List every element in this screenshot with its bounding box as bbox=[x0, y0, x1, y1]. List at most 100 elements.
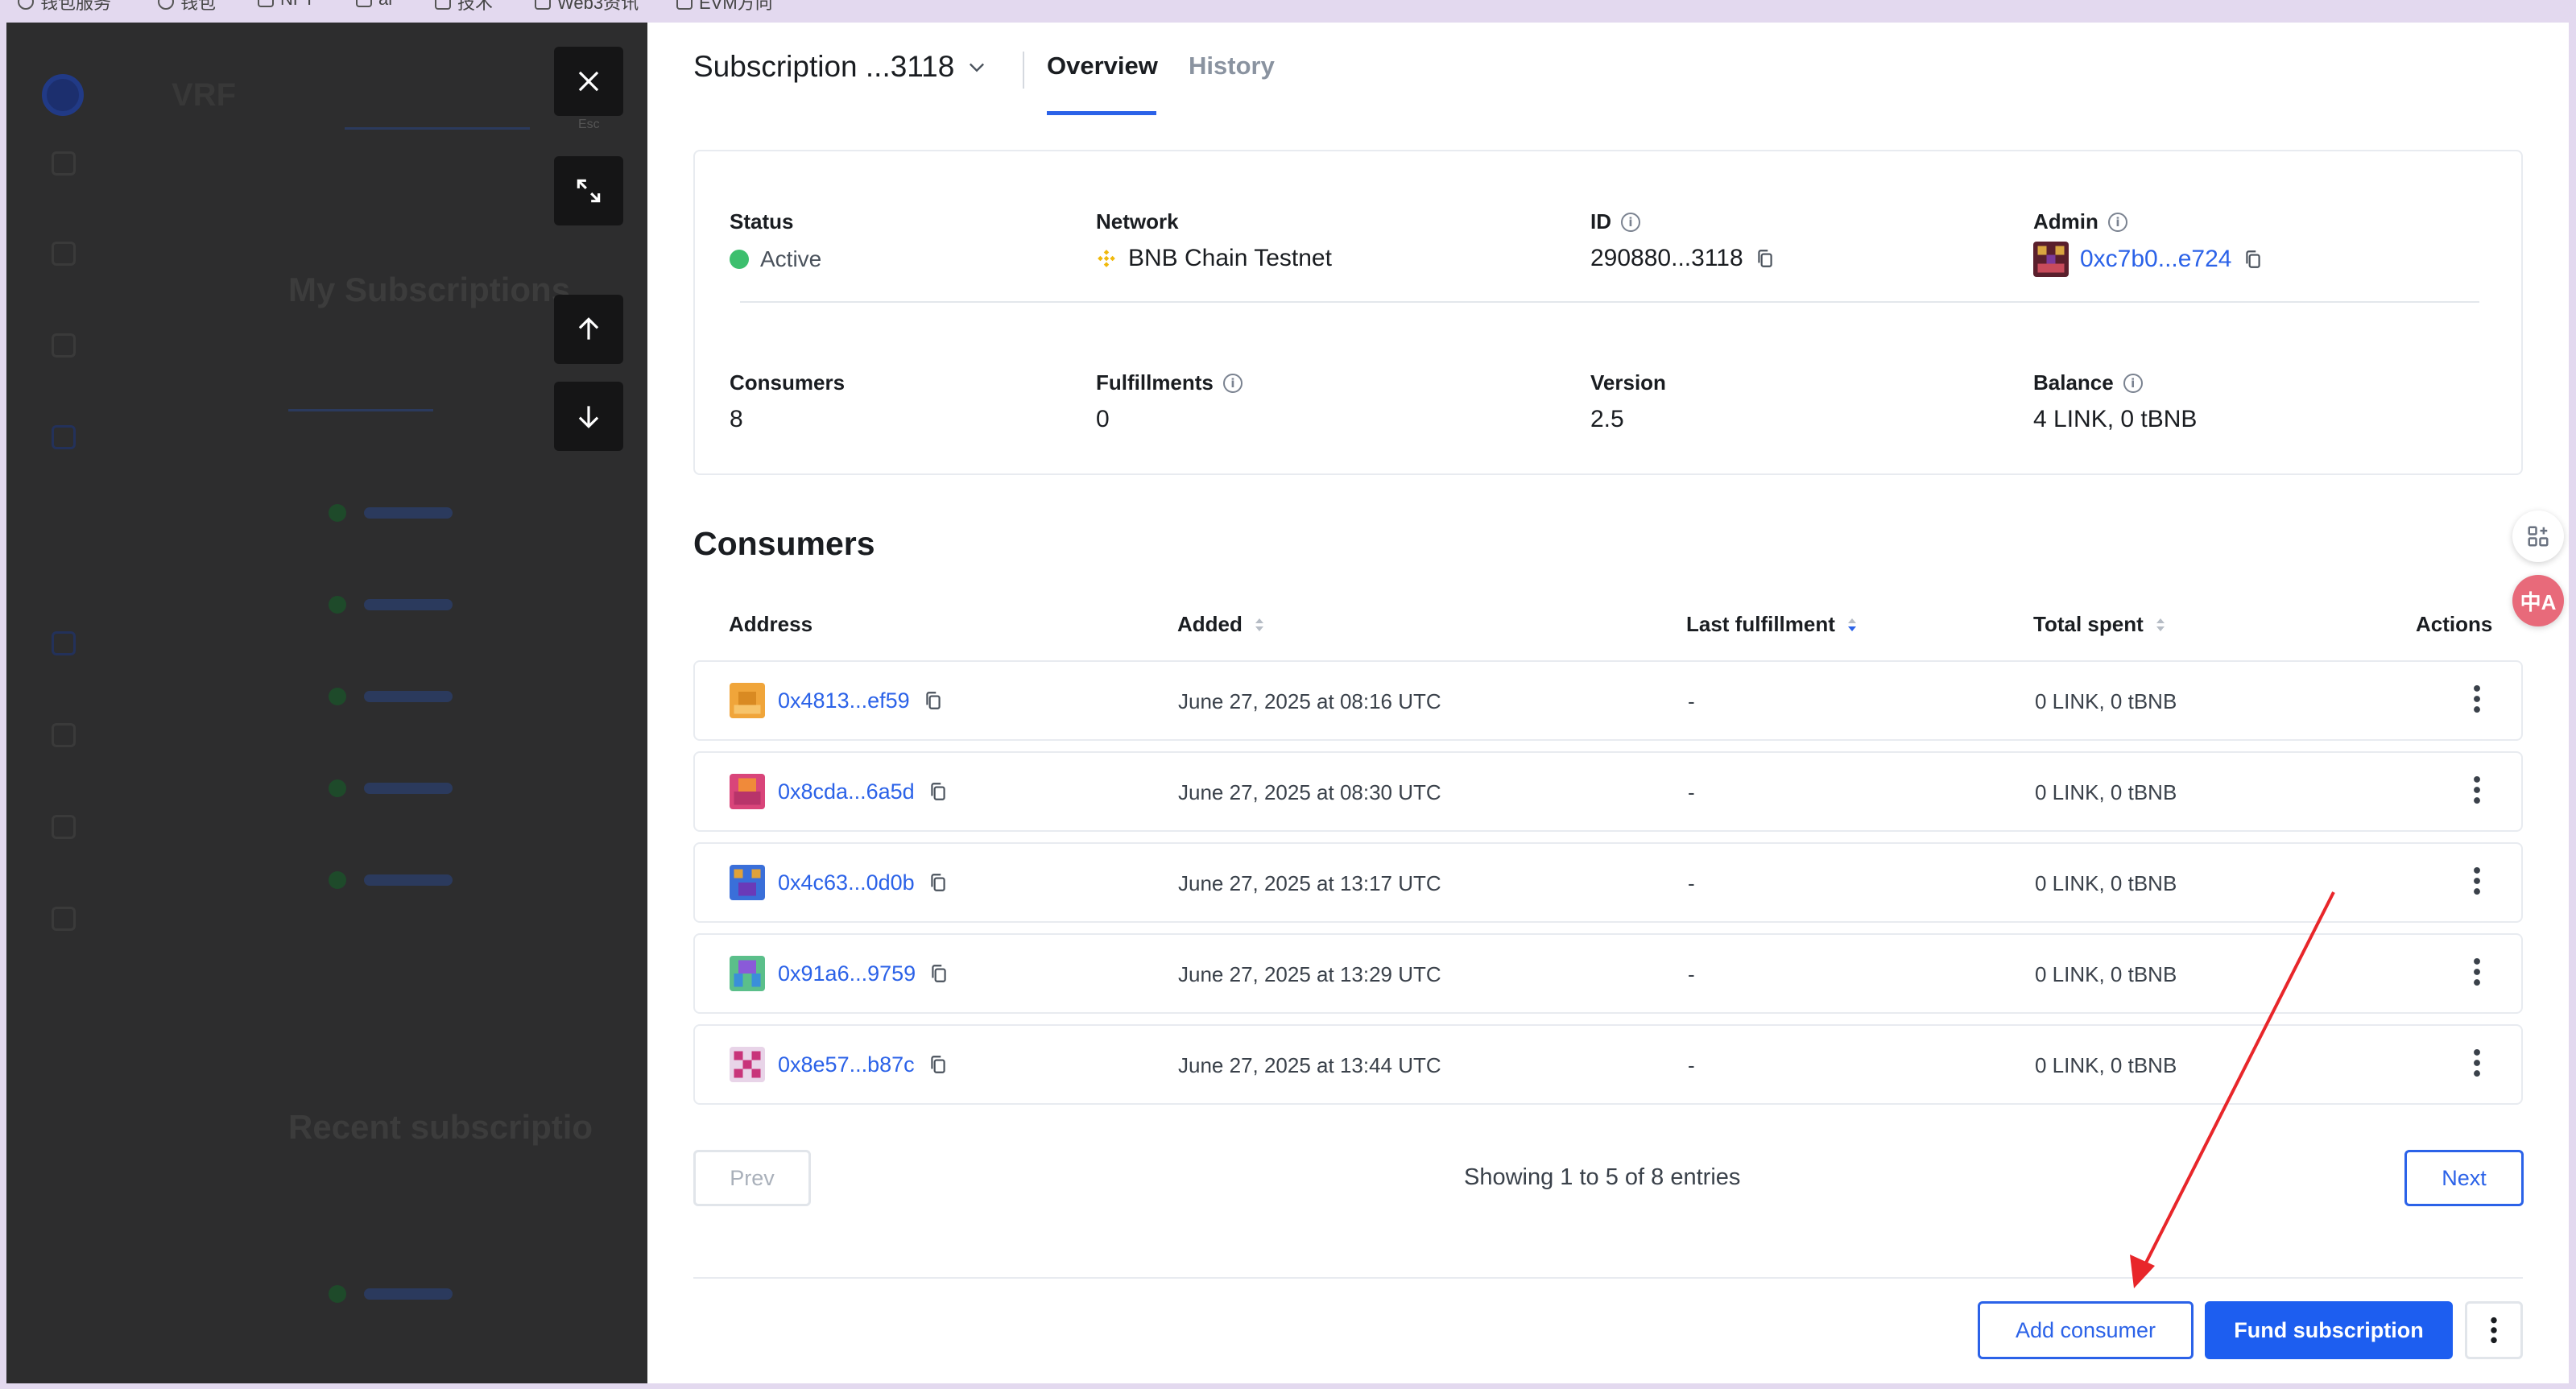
copy-icon[interactable] bbox=[928, 962, 949, 985]
subscription-selector[interactable]: Subscription ...3118 bbox=[693, 50, 988, 84]
next-item-button[interactable] bbox=[554, 382, 623, 451]
column-header-label: Added bbox=[1177, 612, 1243, 636]
copy-icon[interactable] bbox=[928, 780, 949, 803]
column-header-total-spent[interactable]: Total spent bbox=[2033, 612, 2166, 637]
bookmark-item[interactable]: 钱包服务 bbox=[18, 0, 111, 14]
consumers-title: Consumers bbox=[693, 525, 875, 562]
address-cell: 0x8cda...6a5d bbox=[730, 774, 949, 809]
copy-icon[interactable] bbox=[928, 1053, 949, 1076]
bookmark-item[interactable]: EVM方向 bbox=[676, 0, 773, 14]
column-header-last-fulfillment[interactable]: Last fulfillment bbox=[1686, 612, 1858, 637]
last-fulfillment-cell: - bbox=[1688, 871, 1695, 895]
address-cell: 0x8e57...b87c bbox=[730, 1047, 949, 1082]
bookmark-item[interactable]: ai bbox=[356, 0, 392, 10]
pagination-summary: Showing 1 to 5 of 8 entries bbox=[1464, 1164, 1741, 1190]
kebab-menu-icon bbox=[2491, 1317, 2497, 1344]
consumer-avatar bbox=[730, 774, 765, 809]
network-value: BNB Chain Testnet bbox=[1096, 245, 1332, 272]
info-icon[interactable]: i bbox=[2123, 373, 2143, 393]
table-row: 0x4c63...0d0b June 27, 2025 at 13:17 UTC… bbox=[693, 842, 2523, 923]
subscription-drawer: Subscription ...3118 Overview History St… bbox=[647, 23, 2569, 1383]
close-button[interactable] bbox=[554, 47, 623, 116]
close-icon bbox=[578, 71, 599, 92]
previous-item-button[interactable] bbox=[554, 295, 623, 364]
app-logo bbox=[42, 74, 84, 116]
column-header-label: Total spent bbox=[2033, 612, 2144, 636]
bookmark-label: EVM方向 bbox=[699, 0, 773, 13]
info-icon[interactable]: i bbox=[1621, 212, 1640, 232]
esc-hint: Esc bbox=[578, 118, 600, 131]
background-tab-underline bbox=[288, 409, 433, 411]
address-cell: 0x4c63...0d0b bbox=[730, 865, 949, 900]
more-actions-button[interactable] bbox=[2465, 1301, 2523, 1359]
next-page-button[interactable]: Next bbox=[2404, 1150, 2524, 1206]
consumer-avatar bbox=[730, 1047, 765, 1082]
sidebar-icon bbox=[52, 907, 76, 931]
consumer-address-link[interactable]: 0x8cda...6a5d bbox=[778, 779, 915, 804]
extension-apps-button[interactable] bbox=[2512, 511, 2564, 562]
bookmark-item[interactable]: Web3资讯 bbox=[535, 0, 639, 14]
column-header-actions: Actions bbox=[2416, 612, 2493, 636]
background-row bbox=[329, 688, 453, 705]
version-label: Version bbox=[1590, 370, 1666, 395]
bookmark-item[interactable]: 技术 bbox=[435, 0, 493, 14]
copy-icon[interactable] bbox=[923, 689, 944, 712]
info-icon[interactable]: i bbox=[1222, 373, 1243, 393]
bookmark-item[interactable]: 钱包 bbox=[158, 0, 216, 14]
sort-icon bbox=[2156, 618, 2165, 631]
id-value: 290880...3118 bbox=[1590, 245, 1776, 272]
fund-subscription-button[interactable]: Fund subscription bbox=[2205, 1301, 2453, 1359]
info-icon[interactable]: i bbox=[2107, 212, 2127, 232]
consumer-avatar bbox=[730, 956, 765, 991]
row-actions-menu-icon[interactable] bbox=[2473, 957, 2481, 986]
row-actions-menu-icon[interactable] bbox=[2473, 684, 2481, 713]
consumer-address-link[interactable]: 0x91a6...9759 bbox=[778, 961, 916, 986]
address-cell: 0x4813...ef59 bbox=[730, 683, 944, 718]
copy-icon[interactable] bbox=[2243, 248, 2264, 271]
consumer-address-link[interactable]: 0x8e57...b87c bbox=[778, 1052, 915, 1077]
translate-icon: 中A bbox=[2520, 589, 2557, 614]
info-divider bbox=[740, 301, 2479, 303]
admin-value: 0xc7b0...e724 bbox=[2033, 242, 2264, 277]
sidebar-icon bbox=[52, 723, 76, 747]
folder-icon bbox=[676, 0, 693, 10]
footer-divider bbox=[693, 1277, 2523, 1279]
added-cell: June 27, 2025 at 08:30 UTC bbox=[1178, 780, 1441, 804]
background-heading: My Subscriptions bbox=[288, 271, 571, 308]
consumer-avatar bbox=[730, 865, 765, 900]
sidebar-icon bbox=[52, 333, 76, 358]
column-header-added[interactable]: Added bbox=[1177, 612, 1265, 637]
add-consumer-button[interactable]: Add consumer bbox=[1978, 1301, 2194, 1359]
background-row bbox=[329, 871, 453, 889]
row-actions-menu-icon[interactable] bbox=[2473, 866, 2481, 895]
column-header-address: Address bbox=[729, 612, 813, 636]
total-spent-cell: 0 LINK, 0 tBNB bbox=[2035, 780, 2177, 804]
added-cell: June 27, 2025 at 13:44 UTC bbox=[1178, 1053, 1441, 1077]
expand-button[interactable] bbox=[554, 156, 623, 225]
admin-address-link[interactable]: 0xc7b0...e724 bbox=[2080, 246, 2231, 273]
bookmark-item[interactable]: NFT bbox=[258, 0, 315, 10]
folder-icon bbox=[535, 0, 551, 10]
background-link bbox=[345, 127, 530, 130]
active-tab-indicator bbox=[1047, 111, 1156, 115]
sidebar-icon bbox=[52, 151, 76, 176]
translate-extension-button[interactable]: 中A bbox=[2512, 575, 2564, 626]
prev-page-button[interactable]: Prev bbox=[693, 1150, 811, 1206]
table-row: 0x8e57...b87c June 27, 2025 at 13:44 UTC… bbox=[693, 1024, 2523, 1105]
copy-icon[interactable] bbox=[928, 871, 949, 894]
tab-history[interactable]: History bbox=[1189, 52, 1275, 81]
row-actions-menu-icon[interactable] bbox=[2473, 775, 2481, 804]
consumer-address-link[interactable]: 0x4c63...0d0b bbox=[778, 870, 915, 895]
table-row: 0x91a6...9759 June 27, 2025 at 13:29 UTC… bbox=[693, 933, 2523, 1014]
consumer-address-link[interactable]: 0x4813...ef59 bbox=[778, 688, 910, 713]
network-name: BNB Chain Testnet bbox=[1128, 245, 1332, 271]
subscription-id: 290880...3118 bbox=[1590, 245, 1743, 271]
row-actions-menu-icon[interactable] bbox=[2473, 1048, 2481, 1077]
status-active-icon bbox=[730, 250, 749, 269]
copy-icon[interactable] bbox=[1755, 247, 1776, 270]
sort-desc-icon bbox=[1847, 618, 1856, 631]
apps-grid-icon bbox=[2528, 526, 2549, 547]
tab-overview[interactable]: Overview bbox=[1047, 52, 1158, 81]
address-cell: 0x91a6...9759 bbox=[730, 956, 949, 991]
fulfillments-label-text: Fulfillments bbox=[1096, 370, 1214, 395]
